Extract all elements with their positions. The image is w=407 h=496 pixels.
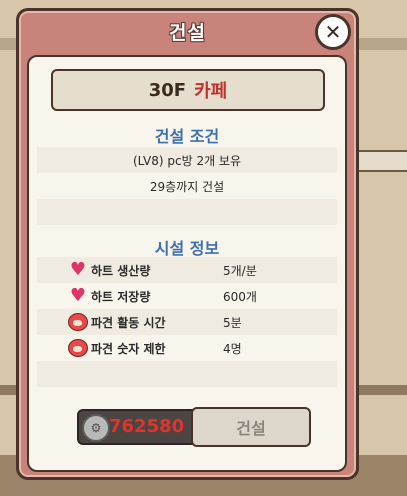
building-floor: 30F	[148, 79, 187, 101]
stat-row-empty	[37, 361, 337, 387]
worker-icon	[67, 312, 89, 332]
stat-value: 4명	[223, 341, 242, 356]
building-name: 카페	[194, 81, 228, 102]
stat-value: 5개/분	[223, 263, 257, 278]
condition-row: (LV8) pc방 2개 보유	[37, 147, 337, 173]
build-cost: ⚙ 762580	[77, 409, 199, 445]
stat-label: 하트 생산량	[91, 263, 151, 278]
dialog-panel: 30F 카페 건설 조건 (LV8) pc방 2개 보유 29층까지 건설 시설…	[27, 55, 347, 472]
condition-row-empty	[37, 199, 337, 225]
stat-label: 하트 저장량	[91, 289, 151, 304]
building-name-plate: 30F 카페	[51, 69, 325, 111]
stat-row-heart-production: ♥ 하트 생산량 5개/분	[37, 257, 337, 283]
condition-row: 29층까지 건설	[37, 173, 337, 199]
facility-heading: 시설 정보	[154, 239, 220, 258]
worker-icon	[67, 338, 89, 358]
dialog-title: 건설	[169, 22, 206, 44]
cost-value: 762580	[109, 416, 185, 437]
stat-label: 파견 활동 시간	[91, 315, 166, 330]
heart-icon: ♥	[69, 259, 87, 280]
stat-value: 600개	[223, 289, 257, 304]
heart-icon: ♥	[69, 285, 87, 306]
close-button[interactable]: ✕	[315, 14, 351, 50]
stat-label: 파견 숫자 제한	[91, 341, 166, 356]
stat-value: 5분	[223, 315, 242, 330]
conditions-heading: 건설 조건	[154, 127, 220, 146]
stat-row-heart-storage: ♥ 하트 저장량 600개	[37, 283, 337, 309]
stat-row-dispatch-time: 파견 활동 시간 5분	[37, 309, 337, 335]
build-dialog: 건설 ✕ 30F 카페 건설 조건 (LV8) pc방 2개 보유 29층까지 …	[16, 8, 359, 480]
coin-icon: ⚙	[82, 414, 110, 442]
close-icon: ✕	[324, 20, 342, 44]
build-button[interactable]: 건설	[191, 407, 311, 447]
stat-row-dispatch-limit: 파견 숫자 제한 4명	[37, 335, 337, 361]
